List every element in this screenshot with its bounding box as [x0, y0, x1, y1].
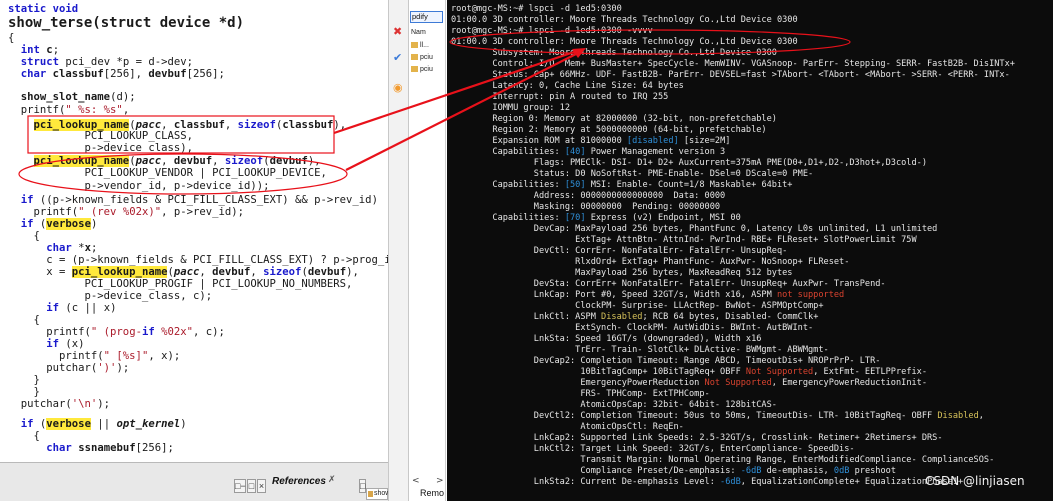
link-icon[interactable]: ✔: [393, 52, 402, 64]
watermark: CSDN @linjiasen: [925, 474, 1025, 488]
terminal-line: Expansion ROM at 81000000 [disabled] [si…: [451, 136, 731, 146]
terminal-line: Transmit Margin: Normal Operating Range,…: [451, 455, 995, 465]
close-icon[interactable]: ✗: [328, 475, 336, 485]
arrow-left-icon[interactable]: <: [412, 476, 420, 486]
list-item[interactable]: pciu: [411, 66, 433, 74]
restore-button[interactable]: □: [247, 479, 256, 493]
terminal-line: IOMMU group: 12: [451, 103, 570, 113]
terminal-line: DevCtl2: Completion Timeout: 50us to 50m…: [451, 411, 984, 421]
terminal-line: root@mgc-MS:~# lspci -d 1ed5:0300: [451, 4, 622, 14]
terminal-line: DevCtl: CorrErr- NonFatalErr- FatalErr- …: [451, 246, 788, 256]
terminal-line: RlxdOrd+ ExtTag+ PhantFunc- AuxPwr- NoSn…: [451, 257, 850, 267]
terminal-line: Masking: 00000000 Pending: 00000000: [451, 202, 721, 212]
code-line-33: putchar('\n');: [8, 398, 111, 410]
explorer-bottom-label: Remo: [420, 488, 445, 498]
terminal-line: DevCap: MaxPayload 256 bytes, PhantFunc …: [451, 224, 938, 234]
code-line-2: show_terse(struct device *d): [8, 15, 244, 31]
folder-icon: [411, 42, 418, 49]
list-item[interactable]: pciu: [411, 54, 433, 62]
terminal-line: EmergencyPowerReduction Not Supported, E…: [451, 378, 928, 388]
file-explorer[interactable]: pdify Nam ll... pciu pciu: [409, 0, 446, 501]
code-line-14: PCI_LOOKUP_VENDOR | PCI_LOOKUP_DEVICE,: [8, 167, 327, 179]
terminal-line: Capabilities: [70] Express (v2) Endpoint…: [451, 213, 741, 223]
code-line-37: char ssnamebuf[256];: [46, 442, 174, 454]
terminal-line: Status: Cap+ 66MHz- UDF- FastB2B- ParErr…: [451, 70, 1010, 80]
terminal-line: DevSta: CorrErr+ NonFatalErr- FatalErr- …: [451, 279, 886, 289]
explorer-path-input[interactable]: pdify: [410, 11, 443, 23]
terminal-line: LnkCap: Port #0, Speed 32GT/s, Width x16…: [451, 290, 845, 300]
terminal-line: ClockPM- Surprise- LLActRep- BwNot- ASPM…: [451, 301, 824, 311]
terminal[interactable]: root@mgc-MS:~# lspci -d 1ed5:0300 01:00.0…: [447, 0, 1053, 501]
terminal-line: DevCap2: Completion Timeout: Range ABCD,…: [451, 356, 881, 366]
terminal-line: Flags: PMEClk- DSI- D1+ D2+ AuxCurrent=3…: [451, 158, 927, 168]
terminal-line: Subsystem: Moore Threads Technology Co.,…: [451, 48, 777, 58]
terminal-line: Capabilities: [50] MSI: Enable- Count=1/…: [451, 180, 793, 190]
terminal-line: LnkCtl: ASPM Disabled; RCB 64 bytes, Dis…: [451, 312, 819, 322]
references-tab[interactable]: References: [272, 476, 326, 489]
code-line-8: show_slot_name(d);: [20, 91, 136, 103]
list-item[interactable]: Nam: [411, 29, 426, 37]
terminal-line: ExtTag+ AttnBtn- AttnInd- PwrInd- RBE+ F…: [451, 235, 917, 245]
terminal-line: MaxPayload 256 bytes, MaxReadReq 512 byt…: [451, 268, 793, 278]
code-line-6: char classbuf[256], devbuf[256];: [20, 68, 225, 80]
terminal-line: Region 0: Memory at 82000000 (32-bit, no…: [451, 114, 777, 124]
terminal-line: Address: 0000000000000000 Data: 0000: [451, 191, 726, 201]
terminal-line: LnkCtl2: Target Link Speed: 32GT/s, Ente…: [451, 444, 855, 454]
terminal-line: Control: I/O- Mem+ BusMaster+ SpecCycle-…: [451, 59, 1015, 69]
terminal-line: Latency: 0, Cache Line Size: 64 bytes: [451, 81, 684, 91]
folder-icon: [411, 54, 418, 61]
terminal-line: 01:00.0 3D controller: Moore Threads Tec…: [451, 37, 798, 47]
code-line-12: p->device_class),: [8, 142, 193, 154]
terminal-line: Region 2: Memory at 5000000000 (64-bit, …: [451, 125, 767, 135]
list-item[interactable]: ll...: [411, 42, 429, 50]
terminal-line: Status: D0 NoSoftRst- PME-Enable- DSel=0…: [451, 169, 814, 179]
code-line-9: printf(" %s: %s",: [8, 104, 130, 116]
terminal-line: Compliance Preset/De-emphasis: -6dB de-e…: [451, 466, 896, 476]
show-tab[interactable]: show: [366, 488, 390, 500]
folder-icon: [411, 66, 418, 73]
terminal-line: LnkSta2: Current De-emphasis Level: -6dB…: [451, 477, 964, 487]
terminal-line: AtomicOpsCap: 32bit- 64bit- 128bitCAS-: [451, 400, 777, 410]
terminal-line: Capabilities: [40] Power Management vers…: [451, 147, 726, 157]
terminal-line: AtomicOpsCtl: ReqEn-: [451, 422, 684, 432]
terminal-line: Interrupt: pin A routed to IRQ 255: [451, 92, 669, 102]
close-button[interactable]: ×: [257, 479, 266, 493]
arrow-left-icon[interactable]: ✖: [393, 26, 402, 38]
terminal-line: TrErr- Train- SlotClk+ DLActive- BWMgmt-…: [451, 345, 829, 355]
terminal-line: LnkCap2: Supported Link Speeds: 2.5-32GT…: [451, 433, 943, 443]
code-line-15: p->vendor_id, p->device_id));: [8, 180, 270, 192]
terminal-line: root@mgc-MS:~# lspci -d 1ed5:0300 -vvvv: [451, 26, 653, 36]
explorer-nav: < >: [410, 476, 445, 488]
terminal-line: LnkSta: Speed 16GT/s (downgraded), Width…: [451, 334, 762, 344]
terminal-line: 10BitTagComp+ 10BitTagReq+ OBFF Not Supp…: [451, 367, 928, 377]
terminal-line: 01:00.0 3D controller: Moore Threads Tec…: [451, 15, 798, 25]
arrow-right-icon[interactable]: >: [436, 476, 444, 486]
side-toolbar: ✖ ✔ ◉: [388, 0, 409, 501]
terminal-line: ExtSynch- ClockPM- AutWidDis- BWInt- Aut…: [451, 323, 814, 333]
minimize-button[interactable]: □−: [234, 479, 246, 493]
code-editor[interactable]: static void show_terse(struct device *d)…: [0, 0, 388, 462]
function-signature: show_terse(struct device *d): [8, 15, 245, 31]
gear-icon[interactable]: ◉: [393, 82, 403, 94]
terminal-line: FRS- TPHComp- ExtTPHComp-: [451, 389, 710, 399]
panel-toggle-button[interactable]: □: [359, 479, 366, 493]
